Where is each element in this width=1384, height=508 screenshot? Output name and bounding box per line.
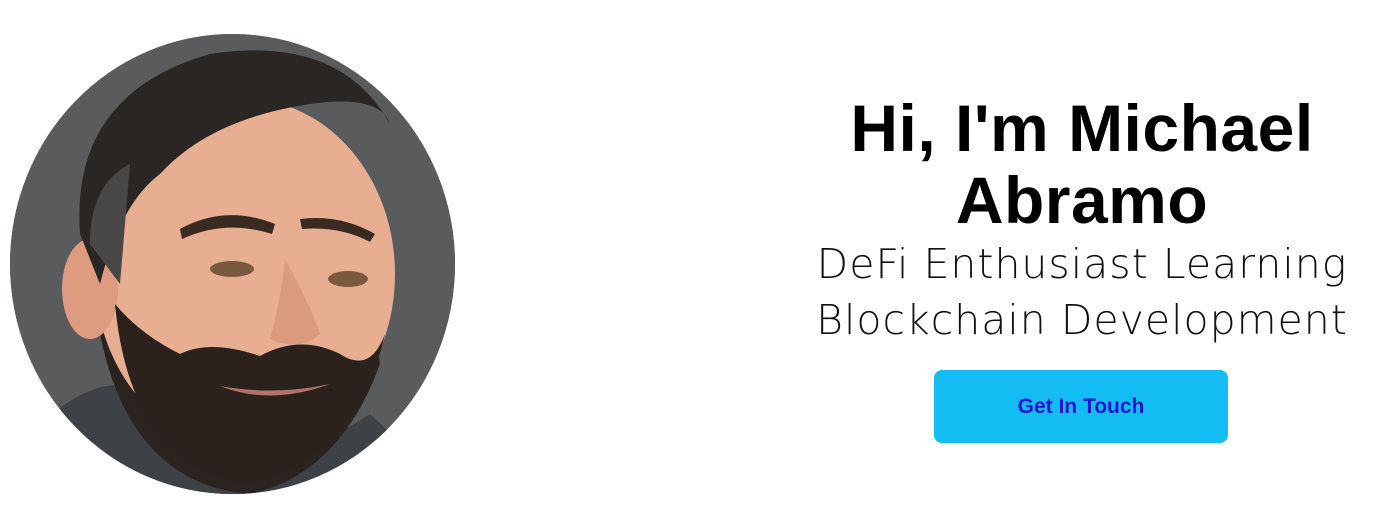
profile-photo [10, 34, 455, 494]
hero-section: Hi, I'm Michael Abramo DeFi Enthusiast L… [0, 0, 1384, 508]
tagline: DeFi Enthusiast Learning Blockchain Deve… [816, 240, 1348, 344]
page-title: Hi, I'm Michael Abramo [850, 91, 1314, 237]
get-in-touch-button[interactable]: Get In Touch [934, 370, 1228, 443]
profile-photo-illustration [10, 34, 455, 494]
intro-text: Hi, I'm Michael Abramo DeFi Enthusiast L… [780, 92, 1384, 348]
